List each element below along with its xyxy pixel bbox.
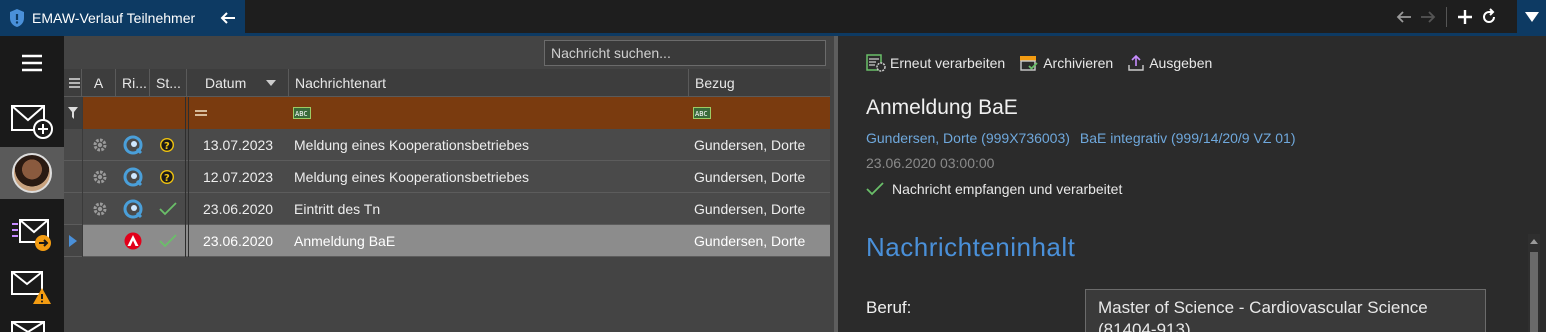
- message-title: Anmeldung BaE: [866, 96, 1018, 119]
- row-nachrichtenart: Meldung eines Kooperationsbetriebes: [294, 168, 530, 185]
- archive-label: Archivieren: [1043, 55, 1114, 71]
- gear-icon[interactable]: [92, 193, 110, 224]
- row-indicator-icon: [64, 225, 82, 256]
- column-header-nachrichtenart[interactable]: Nachrichtenart: [289, 69, 689, 96]
- toolbar-separator: [1446, 6, 1447, 27]
- measure-link[interactable]: BaE integrativ (999/14/20/9 VZ 01): [1080, 130, 1296, 146]
- agency-logo-icon: [124, 225, 146, 256]
- avatar: [12, 153, 52, 193]
- message-links: Gundersen, Dorte (999X736003) BaE integr…: [866, 130, 1296, 146]
- message-status: Nachricht empfangen und verarbeitet: [866, 181, 1122, 197]
- shield-icon: [8, 8, 26, 28]
- filter-row: ABC ABC: [64, 97, 830, 129]
- grid-header: A Ri... St... Datum Nachrichtenart Bezug: [64, 69, 830, 97]
- nav-forward-icon[interactable]: [1416, 5, 1440, 29]
- field-value-beruf: Master of Science - Cardiovascular Scien…: [1085, 289, 1486, 332]
- back-arrow-icon[interactable]: [218, 8, 238, 28]
- row-bezug: Gundersen, Dorte: [694, 200, 806, 217]
- table-row[interactable]: ? 12.07.2023 Meldung eines Kooperationsb…: [64, 161, 830, 193]
- column-divider: [185, 97, 186, 257]
- archive-icon: [1020, 56, 1038, 71]
- row-datum: 13.07.2023: [203, 136, 274, 153]
- reprocess-icon: [866, 54, 886, 72]
- table-row[interactable]: 23.06.2020 Eintritt des Tn Gundersen, Do…: [64, 193, 830, 225]
- status-question-icon: ?: [159, 161, 179, 192]
- column-header-ri[interactable]: Ri...: [116, 69, 150, 96]
- svg-text:?: ?: [164, 173, 170, 184]
- search-input[interactable]: [544, 40, 826, 66]
- section-heading: Nachrichteninhalt: [866, 232, 1076, 262]
- field-label-beruf: Beruf:: [866, 298, 912, 317]
- column-header-st[interactable]: St...: [150, 69, 187, 96]
- channel-logo-icon: [123, 193, 145, 224]
- nav-back-icon[interactable]: [1392, 5, 1416, 29]
- table-row[interactable]: ? 13.07.2023 Meldung eines Kooperationsb…: [64, 129, 830, 161]
- status-check-icon: [159, 225, 179, 256]
- row-nachrichtenart: Eintritt des Tn: [294, 200, 381, 217]
- detail-toolbar: Erneut verarbeiten Archivieren Ausgeben: [866, 54, 1212, 72]
- message-date: 23.06.2020 03:00:00: [866, 155, 995, 171]
- column-divider: [82, 97, 83, 257]
- forward-message-icon[interactable]: [0, 208, 64, 260]
- participant-link[interactable]: Gundersen, Dorte (999X736003): [866, 130, 1070, 146]
- svg-text:ABC: ABC: [295, 110, 308, 118]
- reprocess-button[interactable]: Erneut verarbeiten: [866, 54, 1005, 72]
- text-filter-icon[interactable]: ABC: [693, 97, 723, 129]
- new-message-icon[interactable]: [0, 94, 64, 146]
- column-chooser-icon[interactable]: [64, 69, 82, 96]
- row-datum: 12.07.2023: [203, 168, 274, 185]
- participant-avatar[interactable]: [0, 147, 64, 199]
- title-toolbar: [1392, 0, 1501, 33]
- message-icon[interactable]: [0, 318, 64, 332]
- window-tab[interactable]: EMAW-Verlauf Teilnehmer: [0, 0, 245, 36]
- left-navigation: [0, 36, 64, 332]
- message-grid-pane: A Ri... St... Datum Nachrichtenart Bezug…: [64, 36, 834, 332]
- column-header-datum-label: Datum: [205, 74, 247, 91]
- gear-icon[interactable]: [92, 161, 110, 192]
- window-menu-button[interactable]: [1517, 0, 1546, 33]
- message-warning-icon[interactable]: [0, 264, 64, 312]
- refresh-icon[interactable]: [1477, 5, 1501, 29]
- table-row-selected[interactable]: 23.06.2020 Anmeldung BaE Gundersen, Dort…: [64, 225, 830, 257]
- triangle-down-icon: [1524, 11, 1539, 22]
- row-datum: 23.06.2020: [203, 200, 274, 217]
- row-bezug: Gundersen, Dorte: [694, 232, 806, 249]
- reprocess-label: Erneut verarbeiten: [890, 55, 1006, 71]
- row-nachrichtenart: Meldung eines Kooperationsbetriebes: [294, 136, 530, 153]
- scrollbar-thumb[interactable]: [1530, 252, 1538, 332]
- window-title: EMAW-Verlauf Teilnehmer: [32, 10, 196, 26]
- column-header-bezug[interactable]: Bezug: [689, 69, 830, 96]
- export-label: Ausgeben: [1149, 55, 1213, 71]
- title-bar: EMAW-Verlauf Teilnehmer: [0, 0, 1546, 36]
- scroll-up-icon[interactable]: [1528, 234, 1540, 248]
- status-check-icon: [159, 193, 179, 224]
- svg-text:?: ?: [164, 141, 170, 152]
- channel-logo-icon: [123, 161, 145, 192]
- date-filter-equals-icon[interactable]: [195, 97, 285, 129]
- text-filter-icon[interactable]: ABC: [293, 97, 323, 129]
- message-status-text: Nachricht empfangen und verarbeitet: [892, 181, 1123, 197]
- filter-icon[interactable]: [64, 97, 82, 129]
- export-button[interactable]: Ausgeben: [1127, 54, 1212, 72]
- message-detail-pane: Erneut verarbeiten Archivieren Ausgeben …: [838, 36, 1546, 332]
- hamburger-menu-icon[interactable]: [0, 44, 64, 82]
- column-header-datum[interactable]: Datum: [187, 69, 289, 96]
- status-question-icon: ?: [159, 129, 179, 160]
- check-icon: [866, 182, 884, 196]
- row-datum: 23.06.2020: [203, 232, 274, 249]
- sort-descending-icon: [266, 79, 277, 86]
- row-bezug: Gundersen, Dorte: [694, 136, 806, 153]
- row-bezug: Gundersen, Dorte: [694, 168, 806, 185]
- archive-button[interactable]: Archivieren: [1019, 54, 1113, 72]
- column-divider: [188, 97, 189, 257]
- column-header-a[interactable]: A: [82, 69, 116, 96]
- plus-icon[interactable]: [1453, 5, 1477, 29]
- gear-icon[interactable]: [92, 129, 110, 160]
- upload-icon: [1128, 54, 1144, 71]
- svg-text:ABC: ABC: [695, 110, 708, 118]
- channel-logo-icon: [123, 129, 145, 160]
- row-nachrichtenart: Anmeldung BaE: [294, 232, 396, 249]
